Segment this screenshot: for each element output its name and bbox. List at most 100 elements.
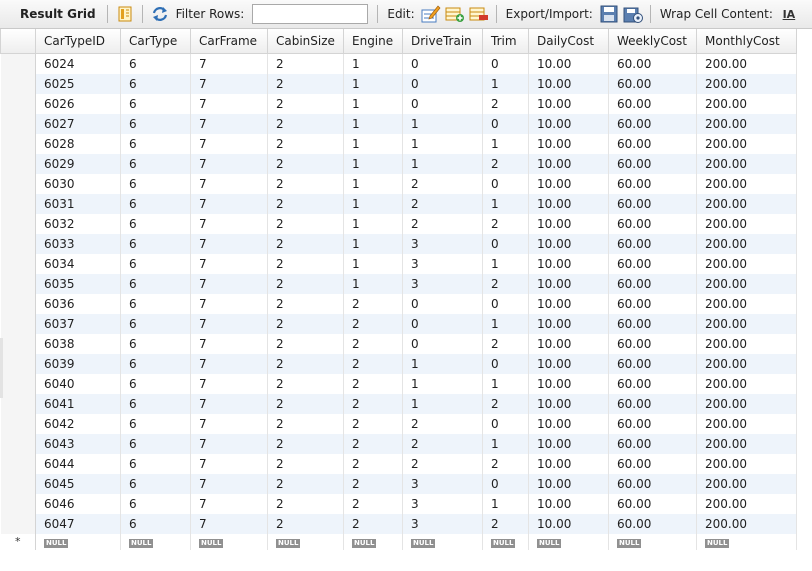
table-cell[interactable]: 1 (343, 214, 403, 234)
table-cell[interactable]: 6040 (35, 374, 121, 394)
table-cell[interactable]: 200.00 (696, 234, 797, 254)
table-cell[interactable]: 2 (267, 134, 344, 154)
column-header[interactable]: CarFrame (190, 29, 268, 54)
table-cell[interactable]: 2 (267, 174, 344, 194)
table-cell[interactable]: 2 (402, 174, 483, 194)
table-cell[interactable]: 60.00 (608, 474, 697, 494)
table-cell[interactable]: 0 (482, 174, 529, 194)
table-cell[interactable]: 2 (267, 53, 344, 74)
table-cell[interactable]: 7 (190, 94, 268, 114)
table-cell[interactable]: 60.00 (608, 74, 697, 94)
new-row-cell[interactable]: NULL (696, 534, 797, 550)
table-cell[interactable]: 6042 (35, 414, 121, 434)
table-cell[interactable]: 2 (267, 234, 344, 254)
table-cell[interactable]: 2 (267, 494, 344, 514)
table-cell[interactable]: 10.00 (528, 354, 609, 374)
table-cell[interactable]: 2 (343, 374, 403, 394)
table-row[interactable]: 6047 6 7 2 2 3 2 10.00 60.00 200.00 (0, 514, 797, 534)
new-row-cell[interactable]: NULL (190, 534, 268, 550)
table-cell[interactable]: 10.00 (528, 414, 609, 434)
row-header[interactable] (0, 94, 36, 114)
table-cell[interactable]: 0 (482, 53, 529, 74)
table-cell[interactable]: 1 (343, 194, 403, 214)
row-header[interactable] (0, 454, 36, 474)
row-header[interactable] (0, 134, 36, 154)
row-header[interactable] (0, 53, 36, 74)
table-cell[interactable]: 10.00 (528, 274, 609, 294)
table-row[interactable]: 6031 6 7 2 1 2 1 10.00 60.00 200.00 (0, 194, 797, 214)
table-cell[interactable]: 60.00 (608, 314, 697, 334)
table-cell[interactable]: 60.00 (608, 194, 697, 214)
table-cell[interactable]: 2 (482, 94, 529, 114)
table-row[interactable]: 6038 6 7 2 2 0 2 10.00 60.00 200.00 (0, 334, 797, 354)
table-cell[interactable]: 200.00 (696, 74, 797, 94)
table-cell[interactable]: 2 (267, 434, 344, 454)
table-cell[interactable]: 2 (267, 94, 344, 114)
table-row[interactable]: 6039 6 7 2 2 1 0 10.00 60.00 200.00 (0, 354, 797, 374)
row-header[interactable] (0, 354, 36, 374)
table-cell[interactable]: 2 (267, 254, 344, 274)
table-cell[interactable]: 6 (120, 334, 191, 354)
table-row[interactable]: 6043 6 7 2 2 2 1 10.00 60.00 200.00 (0, 434, 797, 454)
table-cell[interactable]: 1 (402, 394, 483, 414)
new-row[interactable]: * NULL NULL NULL NULL NULL NULL NULL NULL NULL NUL… (0, 534, 797, 550)
table-cell[interactable]: 200.00 (696, 274, 797, 294)
column-header[interactable]: CarType (120, 29, 191, 54)
table-row[interactable]: 6040 6 7 2 2 1 1 10.00 60.00 200.00 (0, 374, 797, 394)
result-grid[interactable]: CarTypeID CarType CarFrame CabinSize Eng… (0, 29, 812, 571)
table-cell[interactable]: 200.00 (696, 314, 797, 334)
table-cell[interactable]: 200.00 (696, 434, 797, 454)
column-header[interactable]: Engine (343, 29, 403, 54)
table-cell[interactable]: 6026 (35, 94, 121, 114)
table-cell[interactable]: 60.00 (608, 374, 697, 394)
table-cell[interactable]: 10.00 (528, 434, 609, 454)
table-cell[interactable]: 60.00 (608, 134, 697, 154)
table-cell[interactable]: 7 (190, 214, 268, 234)
row-header[interactable] (0, 254, 36, 274)
table-cell[interactable]: 6 (120, 294, 191, 314)
table-cell[interactable]: 2 (267, 114, 344, 134)
table-cell[interactable]: 6041 (35, 394, 121, 414)
table-cell[interactable]: 2 (402, 194, 483, 214)
table-cell[interactable]: 2 (343, 514, 403, 534)
table-cell[interactable]: 7 (190, 474, 268, 494)
table-cell[interactable]: 0 (482, 354, 529, 374)
table-cell[interactable]: 6032 (35, 214, 121, 234)
table-cell[interactable]: 7 (190, 514, 268, 534)
table-row[interactable]: 6025 6 7 2 1 0 1 10.00 60.00 200.00 (0, 74, 797, 94)
row-header[interactable] (0, 494, 36, 514)
table-cell[interactable]: 6 (120, 254, 191, 274)
table-cell[interactable]: 2 (267, 294, 344, 314)
table-cell[interactable]: 60.00 (608, 294, 697, 314)
table-cell[interactable]: 2 (402, 434, 483, 454)
table-cell[interactable]: 3 (402, 254, 483, 274)
wrap-cell-icon[interactable]: IA (778, 4, 800, 24)
form-editor-icon[interactable] (114, 4, 136, 24)
table-cell[interactable]: 6 (120, 454, 191, 474)
column-header[interactable]: Trim (482, 29, 529, 54)
column-header[interactable]: CarTypeID (35, 29, 121, 54)
table-cell[interactable]: 200.00 (696, 514, 797, 534)
table-row[interactable]: 6033 6 7 2 1 3 0 10.00 60.00 200.00 (0, 234, 797, 254)
table-row[interactable]: 6041 6 7 2 2 1 2 10.00 60.00 200.00 (0, 394, 797, 414)
table-cell[interactable]: 0 (482, 474, 529, 494)
table-row[interactable]: 6036 6 7 2 2 0 0 10.00 60.00 200.00 (0, 294, 797, 314)
table-cell[interactable]: 0 (482, 114, 529, 134)
table-cell[interactable]: 7 (190, 494, 268, 514)
table-cell[interactable]: 6 (120, 194, 191, 214)
table-cell[interactable]: 60.00 (608, 494, 697, 514)
table-cell[interactable]: 10.00 (528, 114, 609, 134)
table-cell[interactable]: 60.00 (608, 274, 697, 294)
table-cell[interactable]: 1 (343, 114, 403, 134)
table-cell[interactable]: 200.00 (696, 174, 797, 194)
table-cell[interactable]: 60.00 (608, 94, 697, 114)
column-header[interactable]: WeeklyCost (608, 29, 697, 54)
table-cell[interactable]: 6 (120, 134, 191, 154)
table-cell[interactable]: 7 (190, 134, 268, 154)
table-cell[interactable]: 200.00 (696, 474, 797, 494)
table-cell[interactable]: 1 (402, 354, 483, 374)
table-cell[interactable]: 2 (267, 474, 344, 494)
table-cell[interactable]: 10.00 (528, 254, 609, 274)
table-cell[interactable]: 2 (482, 514, 529, 534)
table-cell[interactable]: 10.00 (528, 294, 609, 314)
